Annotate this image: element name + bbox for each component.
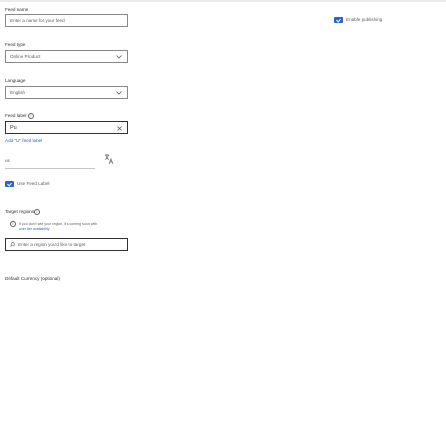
country-value: us: [5, 158, 10, 163]
feed-label-input[interactable]: Pu: [5, 121, 128, 134]
enable-publishing-checkbox[interactable]: [334, 17, 343, 23]
country-underline: [5, 168, 95, 169]
feed-name-label: Feed name: [5, 7, 29, 12]
feed-label-value: Pu: [10, 124, 17, 131]
feed-name-placeholder: Enter a name for your feed: [10, 18, 65, 23]
target-regions-input[interactable]: Enter a region you'd like to target: [5, 238, 128, 251]
search-icon: [10, 242, 15, 247]
chevron-down-icon: [116, 54, 122, 59]
use-feed-label-checkbox[interactable]: [5, 181, 14, 187]
target-regions-label: Target regions: [5, 209, 35, 214]
feed-type-dropdown[interactable]: Online Product: [5, 50, 128, 63]
feed-name-input[interactable]: Enter a name for your feed: [5, 14, 128, 27]
use-feed-label-label: Use Feed Label: [17, 181, 50, 186]
notice-text: If you don't see your region, it's comin…: [19, 221, 98, 226]
language-dropdown[interactable]: English: [5, 86, 128, 99]
info-icon[interactable]: i: [28, 113, 34, 119]
top-border: [0, 0, 446, 2]
default-currency-label: Default Currency (optional): [5, 276, 60, 281]
target-regions-notice: i If you don't see your region, it's com…: [10, 221, 97, 233]
feed-type-value: Online Product: [10, 54, 41, 59]
enable-publishing-label: Enable publishing: [346, 17, 383, 22]
feed-label-hint[interactable]: Add "U" feed label: [5, 138, 42, 143]
info-icon[interactable]: i: [34, 209, 40, 215]
close-icon[interactable]: [117, 125, 122, 131]
feed-label-label: Feed label: [5, 113, 27, 118]
notice-link[interactable]: over tier availability: [19, 227, 50, 231]
chevron-down-icon: [116, 90, 122, 95]
info-icon: i: [10, 221, 16, 227]
feed-type-label: Feed type: [5, 42, 26, 47]
language-label: Language: [5, 78, 26, 83]
language-value: English: [10, 90, 26, 95]
language-picker-icon[interactable]: [104, 153, 114, 165]
target-regions-placeholder: Enter a region you'd like to target: [18, 242, 86, 247]
